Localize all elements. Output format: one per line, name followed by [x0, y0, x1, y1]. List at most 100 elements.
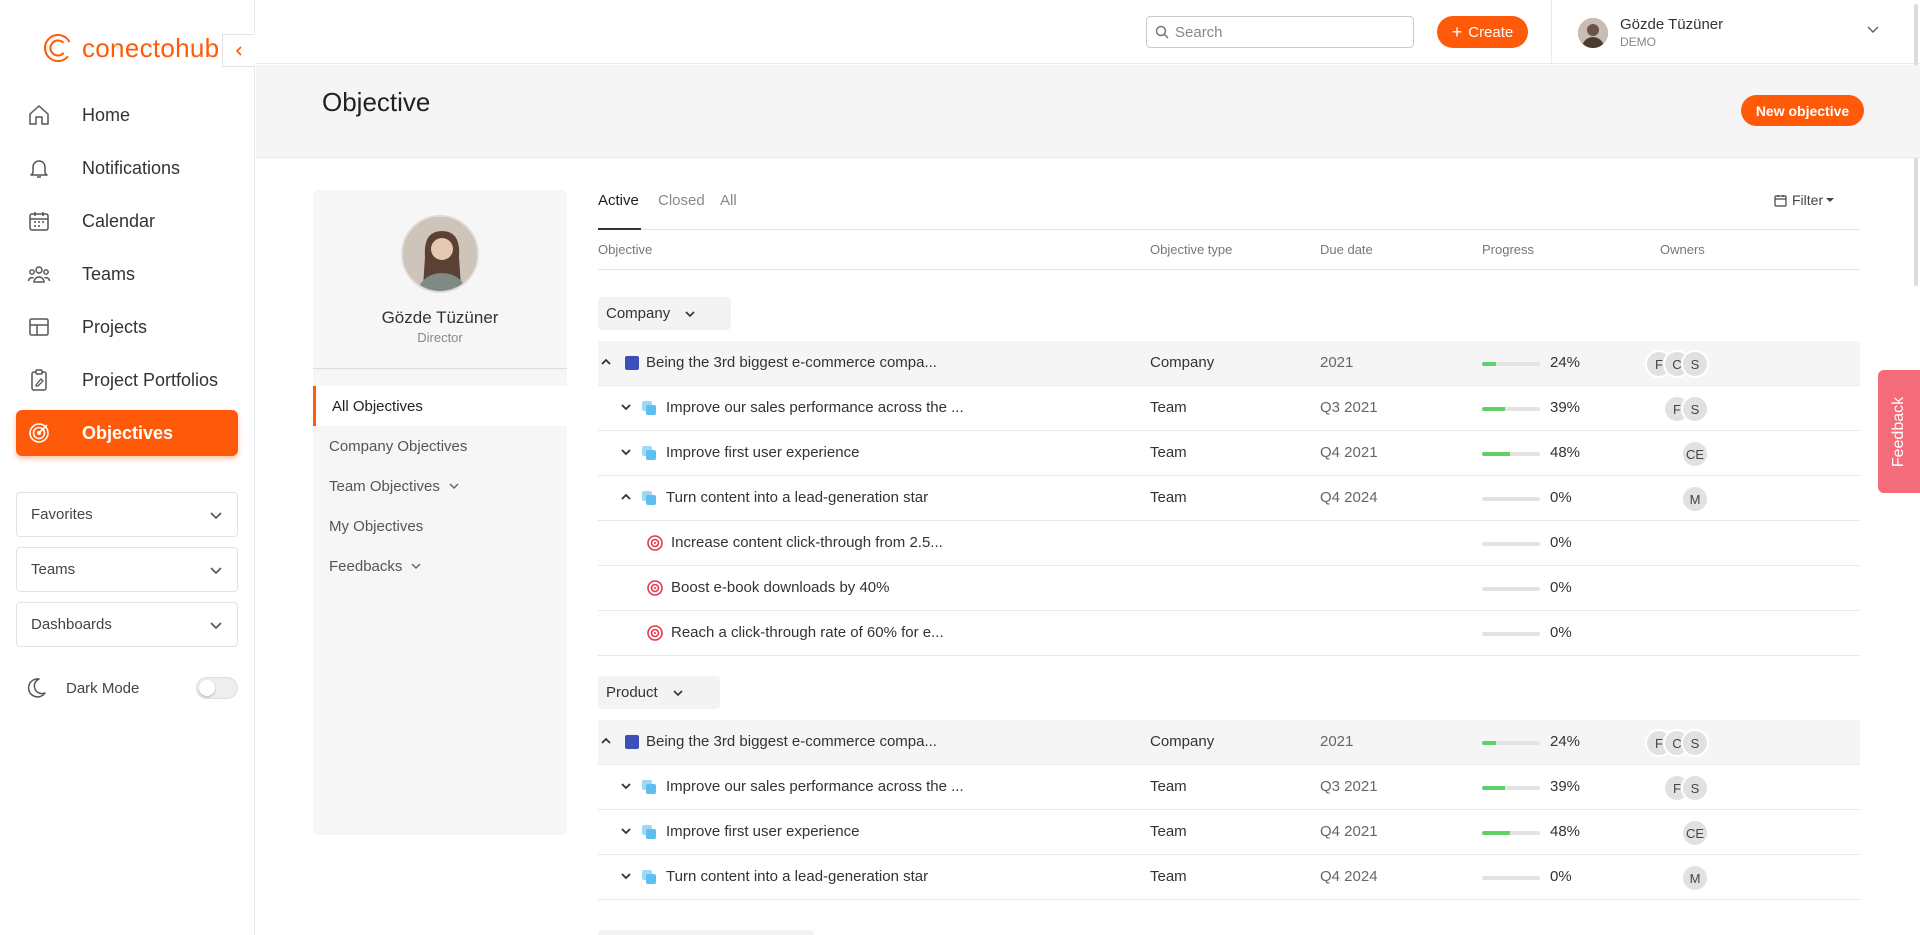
key-result-row[interactable]: Increase content click-through from 2.5.…: [598, 521, 1860, 566]
nav-item-projects[interactable]: Projects: [16, 304, 238, 350]
progress-percent: 0%: [1550, 489, 1572, 506]
nav-item-calendar[interactable]: Calendar: [16, 198, 238, 244]
due-date: Q3 2021: [1320, 399, 1378, 416]
objective-row[interactable]: Turn content into a lead-generation star…: [598, 476, 1860, 521]
tab-closed[interactable]: Closed: [658, 192, 705, 209]
objective-name[interactable]: Improve first user experience: [666, 823, 859, 840]
objective-row[interactable]: Being the 3rd biggest e-commerce compa..…: [598, 720, 1860, 765]
group-chip[interactable]: Product: [598, 676, 720, 709]
group-chip[interactable]: [598, 930, 814, 935]
nav-item-project-portfolios[interactable]: Project Portfolios: [16, 357, 238, 403]
objective-row[interactable]: Improve our sales performance across the…: [598, 386, 1860, 431]
column-header[interactable]: Owners: [1660, 242, 1705, 257]
chevron-down-icon[interactable]: [620, 869, 632, 886]
collapse-sidebar-button[interactable]: [222, 34, 255, 67]
filter-button[interactable]: Filter: [1774, 192, 1835, 208]
search-input[interactable]: [1175, 23, 1395, 41]
key-result-row[interactable]: Reach a click-through rate of 60% for e.…: [598, 611, 1860, 656]
objective-name[interactable]: Turn content into a lead-generation star: [666, 868, 928, 885]
company-objective-icon: [623, 733, 641, 751]
owner-avatar[interactable]: M: [1681, 485, 1709, 513]
progress-bar: [1482, 452, 1540, 456]
owner-avatar[interactable]: S: [1681, 774, 1709, 802]
objective-row[interactable]: Being the 3rd biggest e-commerce compa..…: [598, 341, 1860, 386]
brand-logo[interactable]: conectohub: [42, 32, 219, 64]
objective-row[interactable]: Improve our sales performance across the…: [598, 765, 1860, 810]
clipboard-icon: [26, 367, 52, 393]
chevron-down-icon[interactable]: [620, 824, 632, 841]
favorites-dropdown[interactable]: Favorites: [16, 492, 238, 537]
owner-avatar[interactable]: S: [1681, 395, 1709, 423]
chevron-up-icon[interactable]: [600, 355, 612, 372]
chevron-up-icon[interactable]: [600, 734, 612, 751]
objective-name[interactable]: Reach a click-through rate of 60% for e.…: [671, 624, 944, 641]
nav-item-home[interactable]: Home: [16, 92, 238, 138]
objective-name[interactable]: Boost e-book downloads by 40%: [671, 579, 889, 596]
chevron-down-icon[interactable]: [620, 779, 632, 796]
divider: [1551, 0, 1552, 64]
tab-active[interactable]: Active: [598, 192, 639, 209]
nav-item-objectives[interactable]: Objectives: [16, 410, 238, 456]
main-nav: Home Notifications Calendar Teams Projec…: [16, 92, 238, 463]
owner-avatar[interactable]: CE: [1681, 440, 1709, 468]
column-header[interactable]: Objective: [598, 242, 652, 257]
objective-name[interactable]: Increase content click-through from 2.5.…: [671, 534, 943, 551]
user-menu[interactable]: Gözde Tüzüner DEMO: [1578, 16, 1723, 49]
menu-item-label: My Objectives: [329, 517, 424, 535]
objective-type: Team: [1150, 399, 1187, 416]
owner-avatar[interactable]: S: [1681, 350, 1709, 378]
dark-mode-toggle[interactable]: [196, 677, 238, 699]
progress-bar: [1482, 587, 1540, 591]
objective-name[interactable]: Improve first user experience: [666, 444, 859, 461]
objective-row[interactable]: Turn content into a lead-generation star…: [598, 855, 1860, 900]
column-header[interactable]: Objective type: [1150, 242, 1232, 257]
grid-icon: [26, 314, 52, 340]
dashboards-dropdown[interactable]: Dashboards: [16, 602, 238, 647]
column-header[interactable]: Due date: [1320, 242, 1373, 257]
key-result-row[interactable]: Boost e-book downloads by 40% 0%: [598, 566, 1860, 611]
tab-all[interactable]: All: [720, 192, 737, 209]
dropdown-label: Dashboards: [31, 616, 112, 633]
progress-percent: 48%: [1550, 444, 1581, 461]
owner-avatar[interactable]: CE: [1681, 819, 1709, 847]
menu-item-all-objectives[interactable]: All Objectives: [313, 386, 567, 426]
plus-icon: +: [1451, 22, 1463, 42]
team-objective-icon: [640, 823, 658, 841]
menu-item-feedbacks[interactable]: Feedbacks: [313, 546, 567, 586]
create-button[interactable]: + Create: [1437, 16, 1528, 48]
menu-item-my-objectives[interactable]: My Objectives: [313, 506, 567, 546]
due-date: Q3 2021: [1320, 778, 1378, 795]
chevron-down-icon[interactable]: [1866, 22, 1880, 36]
profile-role: Director: [417, 330, 463, 345]
objective-name[interactable]: Improve our sales performance across the…: [666, 778, 964, 795]
due-date: Q4 2024: [1320, 489, 1378, 506]
column-header[interactable]: Progress: [1482, 242, 1534, 257]
menu-item-team-objectives[interactable]: Team Objectives: [313, 466, 567, 506]
search-box[interactable]: [1146, 16, 1414, 48]
group-chip[interactable]: Company: [598, 297, 731, 330]
progress-fill: [1482, 831, 1510, 835]
objective-name[interactable]: Being the 3rd biggest e-commerce compa..…: [646, 733, 937, 750]
chevron-down-icon[interactable]: [620, 400, 632, 417]
progress-fill: [1482, 362, 1496, 366]
caret-down-icon: [1826, 198, 1835, 202]
nav-item-notifications[interactable]: Notifications: [16, 145, 238, 191]
menu-item-company-objectives[interactable]: Company Objectives: [313, 426, 567, 466]
objective-name[interactable]: Improve our sales performance across the…: [666, 399, 964, 416]
teams-dropdown[interactable]: Teams: [16, 547, 238, 592]
owner-avatar[interactable]: M: [1681, 864, 1709, 892]
chevron-down-icon[interactable]: [620, 445, 632, 462]
objective-row[interactable]: Improve first user experience Team Q4 2021…: [598, 431, 1860, 476]
chevron-up-icon[interactable]: [620, 490, 632, 507]
progress-bar: [1482, 831, 1540, 835]
nav-item-teams[interactable]: Teams: [16, 251, 238, 297]
new-objective-button[interactable]: New objective: [1741, 95, 1864, 126]
nav-item-label: Objectives: [82, 422, 174, 443]
feedback-tab[interactable]: Feedback: [1878, 370, 1920, 493]
objective-name[interactable]: Turn content into a lead-generation star: [666, 489, 928, 506]
progress-percent: 39%: [1550, 399, 1581, 416]
group-label: Company: [606, 305, 671, 322]
objective-row[interactable]: Improve first user experience Team Q4 2021…: [598, 810, 1860, 855]
objective-name[interactable]: Being the 3rd biggest e-commerce compa..…: [646, 354, 937, 371]
owner-avatar[interactable]: S: [1681, 729, 1709, 757]
